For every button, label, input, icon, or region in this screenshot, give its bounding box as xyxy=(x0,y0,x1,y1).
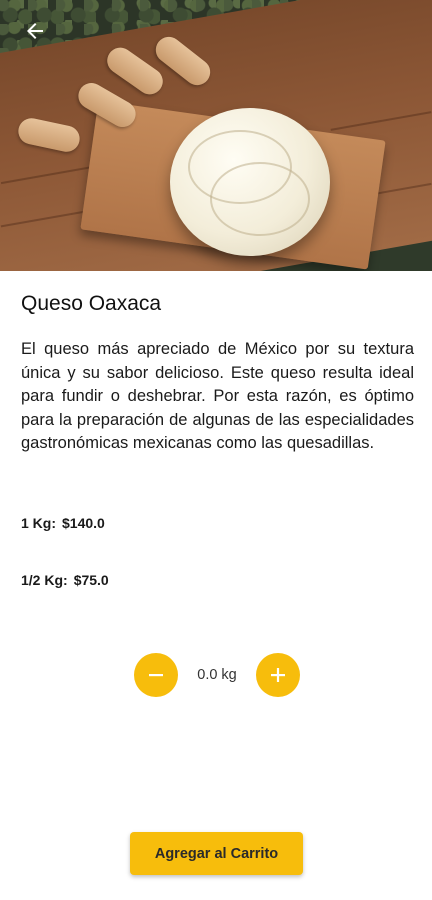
minus-icon xyxy=(149,674,163,677)
price-label: 1/2 Kg: xyxy=(21,572,68,588)
back-button[interactable] xyxy=(18,14,52,48)
quantity-value: 0.0 kg xyxy=(197,667,237,683)
cheese-ball xyxy=(170,108,330,256)
price-value: $75.0 xyxy=(73,572,109,588)
price-row-half-kg: 1/2 Kg: $75.0 xyxy=(21,572,109,588)
plus-icon xyxy=(271,668,285,682)
price-value: $140.0 xyxy=(62,515,105,531)
add-to-cart-button[interactable]: Agregar al Carrito xyxy=(130,832,303,875)
product-description: El queso más apreciado de México por su … xyxy=(21,340,414,452)
decrease-quantity-button[interactable] xyxy=(134,653,178,697)
price-row-1kg: 1 Kg: $140.0 xyxy=(21,515,105,531)
increase-quantity-button[interactable] xyxy=(256,653,300,697)
product-detail-screen: Queso Oaxaca El queso más apreciado de M… xyxy=(0,0,432,900)
cheese-fold xyxy=(210,162,310,236)
product-image xyxy=(0,0,432,271)
price-label: 1 Kg: xyxy=(21,515,56,531)
arrow-left-icon xyxy=(27,23,43,39)
product-title: Queso Oaxaca xyxy=(21,292,162,315)
quantity-stepper: 0.0 kg xyxy=(0,653,432,699)
